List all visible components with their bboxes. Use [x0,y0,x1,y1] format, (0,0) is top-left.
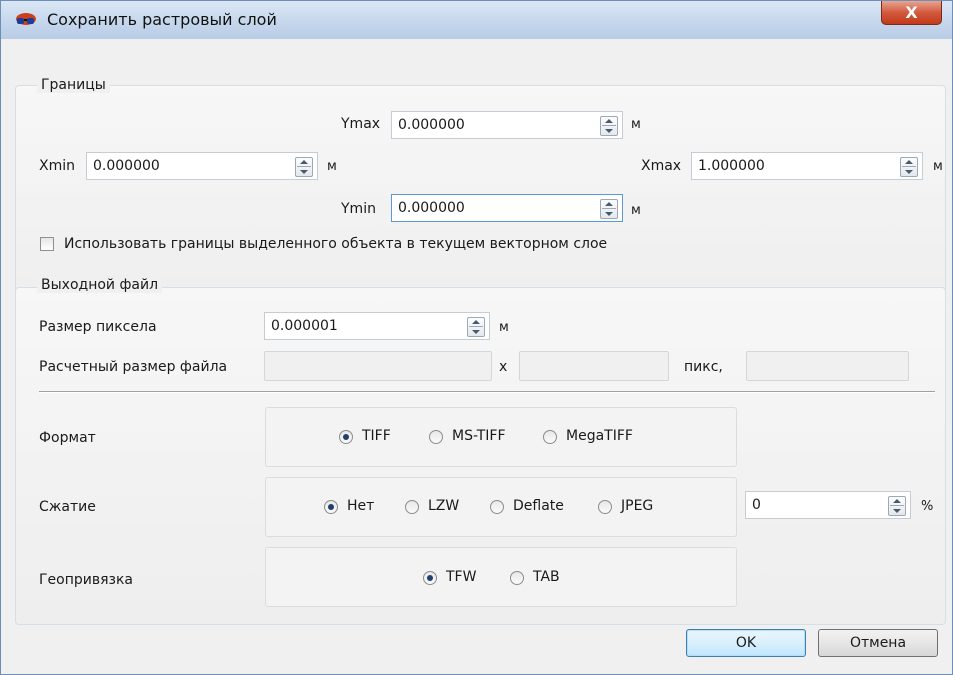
xmin-input[interactable]: 0.000000 [86,152,318,180]
output-file-group-title: Выходной файл [37,277,163,293]
georef-radio-tfw[interactable] [423,571,437,585]
ymax-label: Ymax [341,116,381,132]
ymin-label: Ymin [341,201,376,217]
compression-radio-deflate[interactable] [490,500,504,514]
xmax-spin-arrows-icon[interactable] [900,157,918,177]
compression-label-deflate[interactable]: Deflate [513,498,564,514]
pixel-size-spin-arrows-icon[interactable] [467,317,485,337]
georeference-label: Геопривязка [39,572,134,588]
format-label: Формат [39,430,96,446]
compression-label-lzw[interactable]: LZW [428,498,459,514]
estimated-height-field [519,351,669,381]
ymin-spin-arrows-icon[interactable] [600,199,618,219]
xmax-input[interactable]: 1.000000 [691,152,923,180]
ymax-spin-arrows-icon[interactable] [600,116,618,136]
ymin-input[interactable]: 0.000000 [391,194,623,222]
xmax-unit: м [933,159,943,174]
pixel-size-unit: м [499,320,509,335]
compression-radio-lzw[interactable] [405,500,419,514]
xmax-value: 1.000000 [698,158,765,174]
compression-radio-none[interactable] [324,500,338,514]
xmin-unit: м [327,159,337,174]
format-label-ms-tiff[interactable]: MS-TIFF [452,428,506,444]
compression-label-jpeg[interactable]: JPEG [621,498,653,514]
georef-label-tab[interactable]: TAB [533,569,560,585]
divider [39,391,935,393]
format-label-tiff[interactable]: TIFF [362,428,391,444]
compression-label-none[interactable]: Нет [347,498,374,514]
format-radio-ms-tiff[interactable] [429,430,443,444]
window-title: Сохранить растровый слой [47,10,277,29]
quality-input[interactable]: 0 [745,491,911,519]
save-raster-layer-dialog: Сохранить растровый слой X Границы Ymax … [0,0,953,675]
estimated-size-label: Расчетный размер файла [39,359,228,375]
xmin-value: 0.000000 [93,158,160,174]
georef-label-tfw[interactable]: TFW [446,569,476,585]
close-button[interactable]: X [881,1,942,25]
georeference-panel [265,547,737,607]
compression-label: Сжатие [39,499,96,515]
compression-radio-jpeg[interactable] [598,500,612,514]
title-bar: Сохранить растровый слой X [1,1,952,39]
ymin-unit: м [631,203,641,218]
glasses-icon [16,13,36,25]
pixel-size-label: Размер пиксела [39,319,157,335]
format-radio-megatiff[interactable] [543,430,557,444]
ymax-input[interactable]: 0.000000 [391,111,623,139]
close-icon: X [905,3,918,22]
quality-unit: % [921,499,934,514]
ymax-unit: м [631,117,641,132]
use-selected-bounds-checkbox[interactable] [40,237,54,251]
estimated-size-field [746,351,909,381]
xmin-label: Xmin [39,158,75,174]
georef-radio-tab[interactable] [510,571,524,585]
quality-value: 0 [752,497,761,513]
format-radio-tiff[interactable] [339,430,353,444]
quality-spin-arrows-icon[interactable] [888,496,906,516]
x-separator-label: x [499,359,508,375]
use-selected-bounds-label[interactable]: Использовать границы выделенного объекта… [64,236,607,252]
xmin-spin-arrows-icon[interactable] [295,157,313,177]
bounds-group-title: Границы [37,77,110,93]
ok-button[interactable]: OK [686,629,806,657]
format-label-megatiff[interactable]: MegaTIFF [566,428,633,444]
pix-label: пикс, [684,359,723,375]
pixel-size-value: 0.000001 [271,318,338,334]
estimated-width-field [264,351,492,381]
cancel-button[interactable]: Отмена [818,629,938,657]
dialog-body: Границы Ymax 0.000000 м Xmin 0.000000 м … [9,39,946,667]
xmax-label: Xmax [641,158,682,174]
pixel-size-input[interactable]: 0.000001 [264,312,490,340]
ymin-value: 0.000000 [398,200,465,216]
ymax-value: 0.000000 [398,117,465,133]
